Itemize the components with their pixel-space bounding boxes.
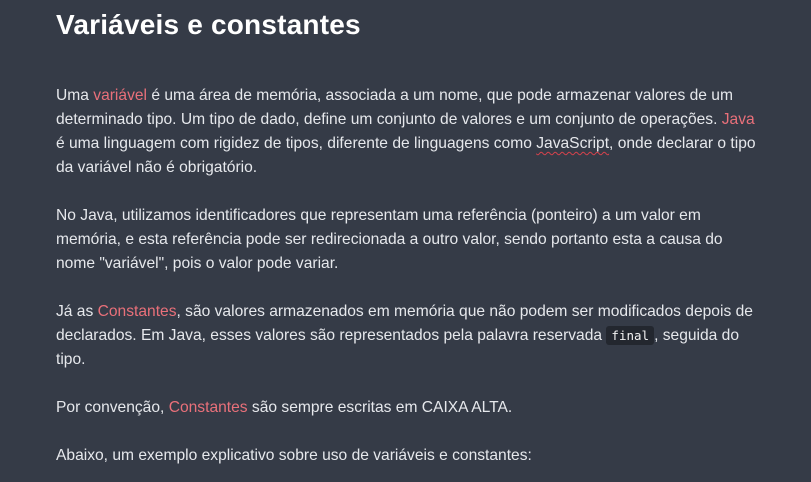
text-segment: são sempre escritas em CAIXA ALTA. <box>247 399 513 416</box>
highlighted-term-constantes: Constantes <box>168 399 248 416</box>
spellcheck-word-javascript: JavaScript <box>536 135 610 152</box>
article-body: Uma variável é uma área de memória, asso… <box>56 84 756 482</box>
text-segment: Já as <box>56 303 98 320</box>
inline-code-final: final <box>606 326 655 345</box>
paragraph-variable-definition: Uma variável é uma área de memória, asso… <box>56 84 756 180</box>
document-page: Variáveis e constantes Uma variável é um… <box>0 0 811 482</box>
highlighted-term-constantes: Constantes <box>97 303 177 320</box>
highlighted-term-java: Java <box>721 111 755 128</box>
paragraph-reference-explanation: No Java, utilizamos identificadores que … <box>56 207 723 272</box>
paragraph-naming-convention: Por convenção, Constantes são sempre esc… <box>56 396 756 420</box>
highlighted-term-variavel: variável <box>93 87 147 104</box>
text-segment: Uma <box>56 87 94 104</box>
paragraph-constants-definition: Já as Constantes, são valores armazenado… <box>56 300 756 372</box>
paragraph-example-intro: Abaixo, um exemplo explicativo sobre uso… <box>56 447 532 464</box>
text-segment: é uma linguagem com rigidez de tipos, di… <box>56 135 537 152</box>
text-segment: Por convenção, <box>56 399 169 416</box>
page-title: Variáveis e constantes <box>56 9 361 40</box>
text-segment: é uma área de memória, associada a um no… <box>56 87 733 128</box>
